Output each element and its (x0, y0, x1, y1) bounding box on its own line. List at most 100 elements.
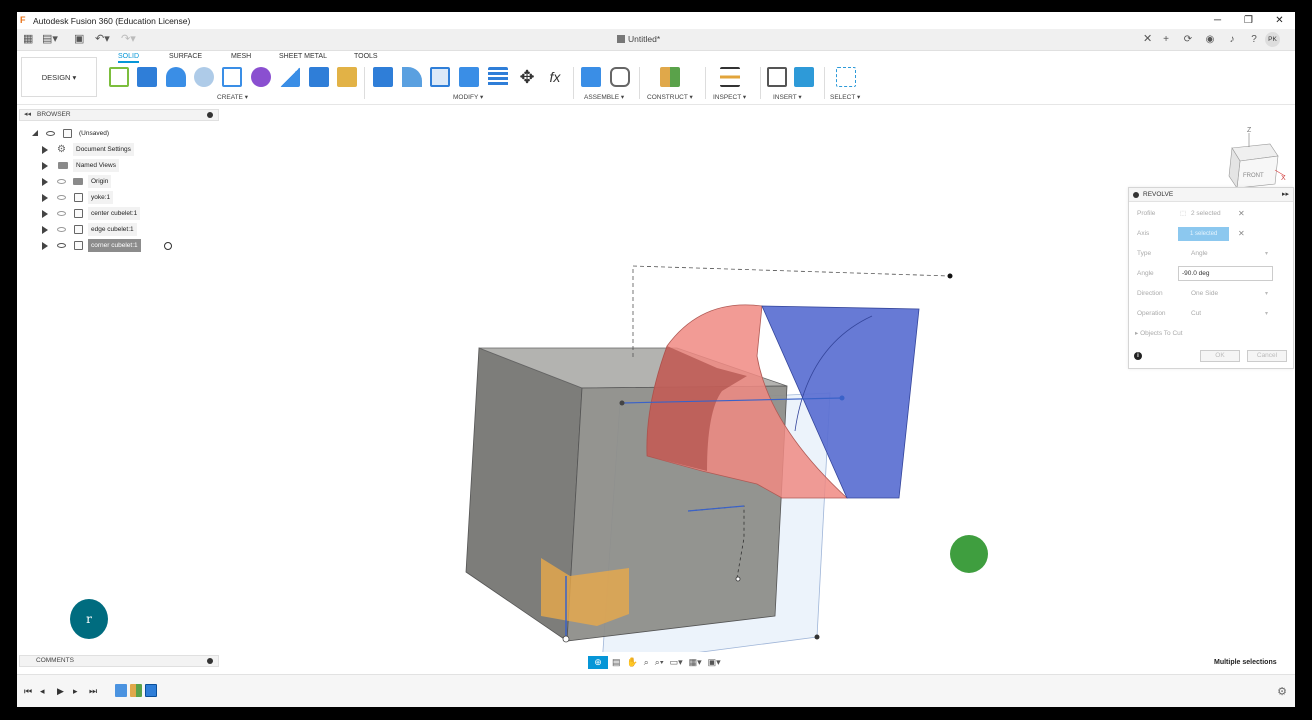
revolve-icon[interactable] (166, 67, 186, 87)
tab-solid[interactable]: SOLID (118, 53, 140, 63)
online-status-icon[interactable]: ◉ (1199, 32, 1221, 48)
fillet-icon[interactable] (402, 67, 422, 87)
tab-surface[interactable]: SURFACE (169, 53, 202, 60)
joint-icon[interactable] (610, 67, 630, 87)
tree-item-origin[interactable]: Origin (29, 175, 219, 188)
visibility-eye-icon[interactable] (57, 179, 66, 184)
play-icon[interactable]: ▶ (57, 685, 64, 697)
ok-button[interactable]: OK (1200, 350, 1240, 362)
expand-arrow-icon[interactable] (42, 146, 48, 154)
shell-icon[interactable] (430, 67, 450, 87)
assemble-menu[interactable]: ASSEMBLE ▾ (584, 93, 624, 101)
visibility-eye-icon[interactable] (46, 131, 55, 136)
sketch-point[interactable] (947, 273, 953, 279)
tree-item-edge-cubelet[interactable]: edge cubelet:1 (29, 223, 219, 236)
extrude-icon[interactable] (137, 67, 157, 87)
step-back-icon[interactable]: ◂ (40, 685, 45, 697)
zoom-window-icon[interactable]: ⌕▾ (653, 656, 666, 669)
move-copy-icon[interactable]: ✥ (517, 67, 537, 87)
type-dropdown[interactable]: Angle (1178, 247, 1208, 261)
comments-panel-header[interactable]: COMMENTS (19, 655, 219, 667)
visibility-eye-icon[interactable] (57, 227, 66, 232)
expand-arrow-icon[interactable] (42, 178, 48, 186)
cancel-button[interactable]: Cancel (1247, 350, 1287, 362)
new-component-icon[interactable] (581, 67, 601, 87)
expand-arrow-icon[interactable] (42, 162, 48, 170)
tree-item-corner-cubelet[interactable]: corner cubelet:1 (29, 239, 219, 252)
insert-canvas-icon[interactable] (794, 67, 814, 87)
objects-to-cut-toggle[interactable]: ▸ Objects To Cut (1135, 327, 1183, 341)
clear-axis-icon[interactable]: ✕ (1238, 227, 1245, 241)
axis-selection[interactable]: 1 selected (1178, 227, 1229, 241)
tree-item-yoke[interactable]: yoke:1 (29, 191, 219, 204)
sketch-point[interactable] (839, 395, 845, 401)
notifications-icon[interactable]: ♪ (1221, 32, 1243, 48)
timeline-revolve-feature-icon[interactable] (145, 684, 157, 697)
inspect-menu[interactable]: INSPECT ▾ (713, 93, 746, 101)
display-settings-icon[interactable]: ▭▾ (668, 656, 685, 669)
mirror-icon[interactable] (251, 67, 271, 87)
measure-icon[interactable] (720, 67, 740, 87)
sketch-point[interactable] (619, 400, 625, 406)
thicken-icon[interactable] (280, 67, 300, 87)
insert-derive-icon[interactable] (767, 67, 787, 87)
parameters-fx-icon[interactable]: fx (545, 67, 565, 87)
chevron-down-icon[interactable]: ▾ (1265, 287, 1268, 301)
chevron-down-icon[interactable]: ▾ (1265, 307, 1268, 321)
view-cube[interactable]: Z X FRONT (1228, 127, 1286, 189)
redo-icon[interactable]: ↷▾ (121, 33, 136, 46)
job-status-icon[interactable]: ⟳ (1177, 32, 1199, 48)
select-menu[interactable]: SELECT ▾ (830, 93, 860, 101)
construct-menu[interactable]: CONSTRUCT ▾ (647, 93, 693, 101)
document-tab[interactable]: Untitled* (617, 34, 660, 44)
create-menu[interactable]: CREATE ▾ (217, 93, 248, 101)
tab-mesh[interactable]: MESH (231, 53, 251, 60)
info-icon[interactable]: i (1134, 352, 1142, 360)
workspace-switcher[interactable]: DESIGN ▾ (21, 57, 97, 97)
collapse-browser-icon[interactable]: ◂◂ (24, 110, 31, 120)
comments-pin-icon[interactable] (207, 658, 213, 664)
tree-item-center-cubelet[interactable]: center cubelet:1 (29, 207, 219, 220)
direction-dropdown[interactable]: One Side (1178, 287, 1218, 301)
expand-arrow-icon[interactable] (42, 210, 48, 218)
save-icon[interactable]: ▣ (74, 33, 84, 46)
tree-item-root[interactable]: (Unsaved) (29, 127, 219, 140)
pattern-icon[interactable] (222, 67, 242, 87)
go-to-end-icon[interactable]: ⏭ (89, 685, 97, 697)
expand-arrow-icon[interactable] (42, 242, 48, 250)
offset-plane-icon[interactable] (660, 67, 680, 87)
visibility-eye-icon[interactable] (57, 211, 66, 216)
browser-pin-icon[interactable] (207, 112, 213, 118)
orbit-icon[interactable]: ⊕ (588, 656, 608, 669)
minimize-button[interactable]: ─ (1202, 12, 1233, 29)
select-window-icon[interactable] (836, 67, 856, 87)
new-tab-button[interactable]: + (1155, 32, 1177, 48)
insert-menu[interactable]: INSERT ▾ (773, 93, 802, 101)
user-presence-bubble[interactable]: r (70, 599, 108, 639)
expand-arrow-icon[interactable] (42, 226, 48, 234)
tree-item-named-views[interactable]: Named Views (29, 159, 219, 172)
press-pull-icon[interactable] (373, 67, 393, 87)
sketch-point[interactable] (562, 635, 570, 643)
sketch-point[interactable] (814, 634, 820, 640)
grid-settings-icon[interactable]: ▦▾ (687, 656, 704, 669)
combine-icon[interactable] (459, 67, 479, 87)
viewports-icon[interactable]: ▣▾ (706, 656, 723, 669)
box-icon[interactable] (309, 67, 329, 87)
sketch-point[interactable] (735, 576, 741, 582)
restore-button[interactable]: ❐ (1233, 12, 1264, 29)
hole-icon[interactable] (194, 67, 214, 87)
undo-icon[interactable]: ↶▾ (95, 33, 110, 46)
chevron-down-icon[interactable]: ▾ (1265, 247, 1268, 261)
timeline-settings-gear-icon[interactable]: ⚙ (1277, 685, 1287, 698)
angle-input[interactable]: -90.0 deg (1178, 266, 1273, 281)
step-forward-icon[interactable]: ▸ (73, 685, 78, 697)
visibility-eye-icon[interactable] (57, 195, 66, 200)
data-panel-grid-icon[interactable]: ▦ (23, 33, 33, 46)
expand-dialog-icon[interactable]: ▸▸ (1282, 188, 1289, 202)
close-document-button[interactable]: ✕ (1143, 33, 1152, 46)
create-sketch-icon[interactable] (109, 67, 129, 87)
zoom-icon[interactable]: ⌕ (642, 656, 651, 669)
timeline-plane-feature-icon[interactable] (130, 684, 142, 697)
split-body-icon[interactable] (488, 67, 508, 87)
